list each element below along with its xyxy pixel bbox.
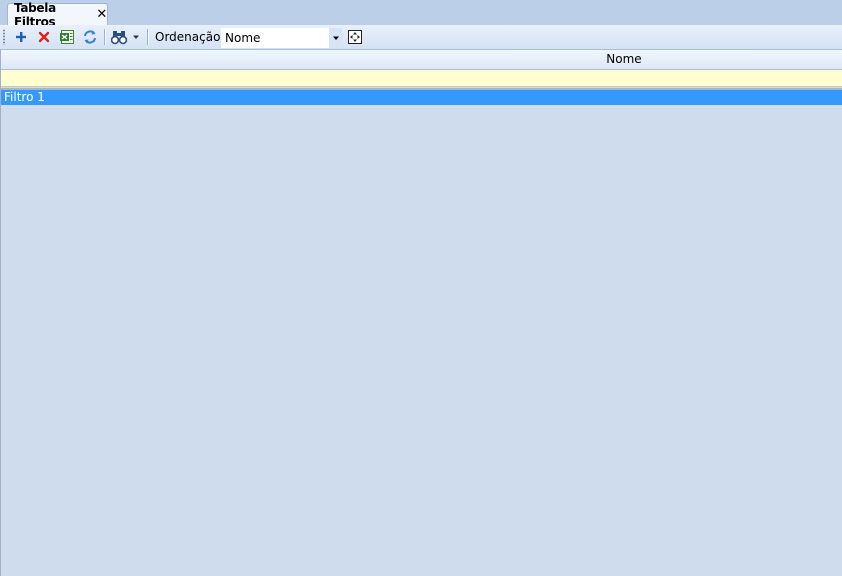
grid-filter-row[interactable] — [0, 70, 842, 87]
chevron-down-icon — [332, 36, 339, 40]
tab-close-icon[interactable]: ✕ — [96, 7, 107, 22]
tabela-filtros-window: Tabela Filtros ✕ Ordenação: Nome Nome Fi… — [0, 0, 842, 576]
delete-icon — [38, 31, 50, 43]
delete-button[interactable] — [35, 27, 53, 47]
add-button[interactable] — [12, 27, 30, 47]
dropdown-arrow-icon — [132, 35, 139, 39]
refresh-icon — [84, 30, 96, 44]
toolbar-grip[interactable] — [3, 29, 5, 45]
expand-button[interactable] — [347, 27, 363, 47]
excel-export-icon — [60, 30, 74, 44]
toolbar-separator — [147, 29, 149, 45]
add-icon — [16, 32, 26, 42]
sort-select[interactable]: Nome — [221, 28, 342, 48]
toolbar: Ordenação: Nome — [0, 25, 842, 50]
binoculars-icon — [110, 31, 127, 45]
expand-icon — [348, 30, 362, 44]
table-row[interactable]: Filtro 1 — [0, 90, 842, 105]
grid-left-border — [0, 50, 1, 576]
grid-rows: Filtro 1 — [0, 90, 842, 105]
find-button[interactable] — [109, 27, 141, 47]
sort-label: Ordenação: — [155, 30, 225, 44]
column-header-nome[interactable]: Nome — [0, 50, 842, 69]
toolbar-separator — [104, 29, 106, 45]
sort-select-dropdown-button[interactable] — [329, 28, 342, 48]
sort-select-value: Nome — [225, 31, 261, 45]
tab-strip: Tabela Filtros ✕ — [0, 0, 842, 29]
row-cell-nome: Filtro 1 — [4, 90, 45, 104]
refresh-button[interactable] — [81, 27, 99, 47]
export-excel-button[interactable] — [58, 27, 76, 47]
tab-tabela-filtros[interactable]: Tabela Filtros ✕ — [7, 1, 108, 29]
grid-header: Nome — [0, 50, 842, 70]
